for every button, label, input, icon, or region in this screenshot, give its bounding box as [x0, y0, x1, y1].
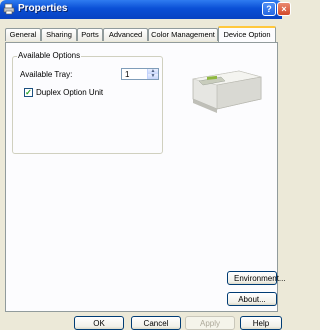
- apply-button[interactable]: Apply: [185, 316, 235, 330]
- tab-general[interactable]: General: [5, 28, 41, 41]
- tab-color-management[interactable]: Color Management: [148, 28, 218, 41]
- about-button[interactable]: About...: [227, 292, 277, 306]
- duplex-option-label[interactable]: Duplex Option Unit: [36, 88, 103, 97]
- spinner-buttons: ▲ ▼: [147, 69, 158, 79]
- tab-sharing[interactable]: Sharing: [41, 28, 77, 41]
- window-title: Properties: [18, 3, 68, 14]
- spin-down-icon[interactable]: ▼: [148, 74, 158, 79]
- close-button[interactable]: ×: [277, 2, 291, 16]
- available-tray-spinner[interactable]: 1 ▲ ▼: [121, 68, 159, 80]
- ok-button[interactable]: OK: [74, 316, 124, 330]
- tab-device-option[interactable]: Device Option: [218, 26, 276, 42]
- tray-value[interactable]: 1: [125, 70, 129, 79]
- device-option-panel: Available Options Available Tray: 1 ▲ ▼ …: [5, 42, 286, 312]
- help-title-button[interactable]: ?: [262, 2, 276, 16]
- group-title: Available Options: [17, 51, 82, 60]
- help-button[interactable]: Help: [240, 316, 282, 330]
- tab-ports[interactable]: Ports: [77, 28, 103, 41]
- environment-button[interactable]: Environment...: [227, 271, 286, 285]
- tab-advanced[interactable]: Advanced: [103, 28, 148, 41]
- duplex-checkbox[interactable]: ✓: [24, 88, 33, 97]
- cancel-button[interactable]: Cancel: [131, 316, 181, 330]
- available-tray-label: Available Tray:: [20, 70, 73, 79]
- printer-properties-icon: [3, 3, 15, 15]
- title-bar[interactable]: Properties ? ×: [0, 0, 291, 19]
- printer-image: [192, 70, 262, 113]
